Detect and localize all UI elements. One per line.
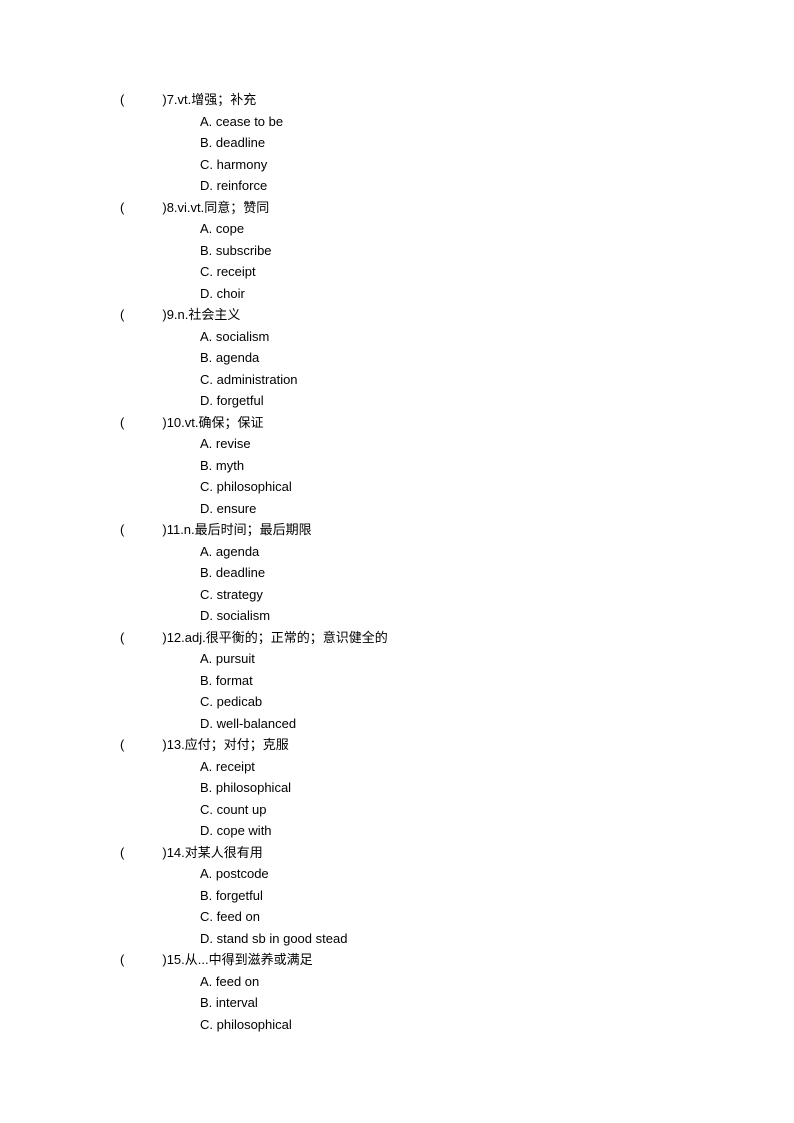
answer-option: B. philosophical: [200, 778, 794, 798]
answer-option: D. forgetful: [200, 391, 794, 411]
answer-option: C. receipt: [200, 262, 794, 282]
question-item: ()14.对某人很有用A. postcodeB. forgetfulC. fee…: [120, 843, 794, 949]
question-prompt-line: ()14.对某人很有用: [120, 843, 794, 863]
question-prompt: .adj.很平衡的；正常的；意识健全的: [181, 628, 388, 648]
question-item: ()7.vt.增强；补充A. cease to beB. deadlineC. …: [120, 90, 794, 196]
question-prompt-line: ()10.vt.确保；保证: [120, 413, 794, 433]
question-item: ()15.从...中得到滋养或满足A. feed onB. intervalC.…: [120, 950, 794, 1034]
answer-option: C. administration: [200, 370, 794, 390]
question-number: 10: [167, 413, 181, 433]
answer-option: A. receipt: [200, 757, 794, 777]
answer-option: B. subscribe: [200, 241, 794, 261]
question-prompt-line: ()11.n.最后时间；最后期限: [120, 520, 794, 540]
answer-option: D. well-balanced: [200, 714, 794, 734]
question-number: 8: [167, 198, 174, 218]
question-prompt: .n.最后时间；最后期限: [180, 520, 311, 540]
answer-option: A. cope: [200, 219, 794, 239]
question-prompt: .从...中得到滋养或满足: [181, 950, 312, 970]
question-prompt-line: ()7.vt.增强；补充: [120, 90, 794, 110]
answer-blank-open: (: [120, 628, 124, 648]
answer-blank-open: (: [120, 90, 124, 110]
answer-option: B. interval: [200, 993, 794, 1013]
answer-option: C. feed on: [200, 907, 794, 927]
answer-option: B. forgetful: [200, 886, 794, 906]
question-prompt: .vi.vt.同意；赞同: [174, 198, 269, 218]
question-number: 12: [167, 628, 181, 648]
answer-option: B. agenda: [200, 348, 794, 368]
question-prompt: .应付；对付；克服: [181, 735, 289, 755]
question-number: 11: [167, 520, 181, 540]
answer-option: D. ensure: [200, 499, 794, 519]
answer-option: A. postcode: [200, 864, 794, 884]
answer-option: C. pedicab: [200, 692, 794, 712]
answer-blank-open: (: [120, 950, 124, 970]
question-item: ()12.adj.很平衡的；正常的；意识健全的A. pursuitB. form…: [120, 628, 794, 734]
answer-blank-open: (: [120, 735, 124, 755]
answer-blank-open: (: [120, 305, 124, 325]
question-item: ()9.n.社会主义A. socialismB. agendaC. admini…: [120, 305, 794, 411]
answer-blank-open: (: [120, 843, 124, 863]
question-item: ()8.vi.vt.同意；赞同A. copeB. subscribeC. rec…: [120, 198, 794, 304]
question-item: ()10.vt.确保；保证A. reviseB. mythC. philosop…: [120, 413, 794, 519]
question-prompt-line: ()12.adj.很平衡的；正常的；意识健全的: [120, 628, 794, 648]
answer-option: A. pursuit: [200, 649, 794, 669]
question-prompt-line: ()8.vi.vt.同意；赞同: [120, 198, 794, 218]
question-item: ()13.应付；对付；克服A. receiptB. philosophicalC…: [120, 735, 794, 841]
answer-option: D. reinforce: [200, 176, 794, 196]
question-item: ()11.n.最后时间；最后期限A. agendaB. deadlineC. s…: [120, 520, 794, 626]
answer-option: A. revise: [200, 434, 794, 454]
question-number: 9: [167, 305, 174, 325]
question-prompt: .vt.确保；保证: [181, 413, 263, 433]
answer-option: B. deadline: [200, 133, 794, 153]
question-number: 15: [167, 950, 181, 970]
answer-blank-open: (: [120, 413, 124, 433]
answer-option: D. stand sb in good stead: [200, 929, 794, 949]
question-prompt: .vt.增强；补充: [174, 90, 256, 110]
answer-option: B. myth: [200, 456, 794, 476]
answer-option: C. harmony: [200, 155, 794, 175]
answer-option: D. cope with: [200, 821, 794, 841]
answer-option: C. philosophical: [200, 477, 794, 497]
answer-option: C. philosophical: [200, 1015, 794, 1035]
question-number: 14: [167, 843, 181, 863]
question-prompt: .n.社会主义: [174, 305, 240, 325]
question-number: 13: [167, 735, 181, 755]
answer-option: C. strategy: [200, 585, 794, 605]
answer-blank-open: (: [120, 198, 124, 218]
answer-option: A. socialism: [200, 327, 794, 347]
answer-option: C. count up: [200, 800, 794, 820]
question-number: 7: [167, 90, 174, 110]
question-prompt-line: ()9.n.社会主义: [120, 305, 794, 325]
answer-option: A. agenda: [200, 542, 794, 562]
answer-option: D. choir: [200, 284, 794, 304]
answer-option: B. format: [200, 671, 794, 691]
question-prompt-line: ()13.应付；对付；克服: [120, 735, 794, 755]
question-prompt-line: ()15.从...中得到滋养或满足: [120, 950, 794, 970]
answer-option: A. cease to be: [200, 112, 794, 132]
answer-blank-open: (: [120, 520, 124, 540]
answer-option: B. deadline: [200, 563, 794, 583]
question-list: ()7.vt.增强；补充A. cease to beB. deadlineC. …: [120, 90, 794, 1034]
answer-option: D. socialism: [200, 606, 794, 626]
question-prompt: .对某人很有用: [181, 843, 263, 863]
answer-option: A. feed on: [200, 972, 794, 992]
